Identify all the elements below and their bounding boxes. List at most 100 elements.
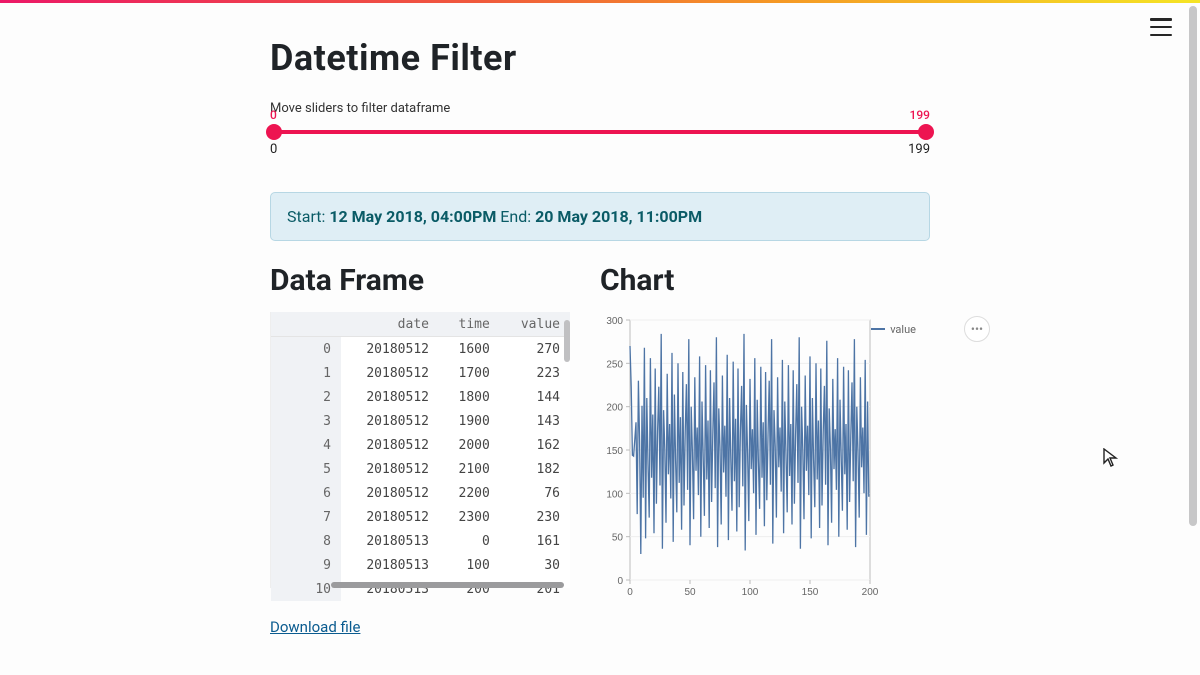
- chart-legend-item: value: [871, 323, 916, 336]
- svg-text:50: 50: [612, 533, 624, 544]
- dataframe-column: Data Frame datetimevalue 020180512160027…: [270, 241, 570, 588]
- table-cell: 100: [439, 553, 500, 577]
- slider-axis-max: 199: [908, 142, 930, 157]
- table-cell: 9: [271, 553, 341, 577]
- slider-tooltip-right: 199: [910, 108, 930, 122]
- table-cell: 7: [271, 505, 341, 529]
- dataframe-col-header: [271, 312, 341, 337]
- table-cell: 20180512: [341, 337, 439, 362]
- table-cell: 76: [500, 481, 570, 505]
- table-cell: 20180513: [341, 577, 439, 601]
- table-cell: 143: [500, 409, 570, 433]
- table-cell: 223: [500, 361, 570, 385]
- chart-column: Chart 0 50 100 150 200 250 300 0 50 100 150 200 val…: [600, 241, 930, 595]
- chart-container: 050100150200250300050100150200 value •••: [600, 312, 930, 595]
- table-row: 3201805121900143: [271, 409, 570, 433]
- table-cell: 1800: [439, 385, 500, 409]
- table-row: 620180512220076: [271, 481, 570, 505]
- table-cell: 162: [500, 433, 570, 457]
- main-content: Datetime Filter Move sliders to filter d…: [270, 3, 930, 666]
- dataframe-heading: Data Frame: [270, 263, 570, 298]
- table-cell: 182: [500, 457, 570, 481]
- dataframe-col-header: time: [439, 312, 500, 337]
- svg-text:50: 50: [684, 587, 696, 595]
- table-cell: 20180513: [341, 553, 439, 577]
- slider-caption: Move sliders to filter dataframe: [270, 101, 930, 116]
- table-row: 7201805122300230: [271, 505, 570, 529]
- hamburger-menu-icon[interactable]: [1150, 18, 1172, 36]
- table-cell: 0: [439, 529, 500, 553]
- table-row: 1020180513200201: [271, 577, 570, 601]
- table-cell: 161: [500, 529, 570, 553]
- svg-text:100: 100: [606, 489, 623, 500]
- table-cell: 2: [271, 385, 341, 409]
- table-cell: 10: [271, 577, 341, 601]
- table-cell: 1600: [439, 337, 500, 362]
- table-cell: 3: [271, 409, 341, 433]
- chart-more-button[interactable]: •••: [964, 316, 990, 342]
- info-start-value: 12 May 2018, 04:00PM: [329, 207, 496, 226]
- table-row: 5201805122100182: [271, 457, 570, 481]
- table-cell: 144: [500, 385, 570, 409]
- svg-text:0: 0: [617, 576, 623, 587]
- table-row: 1201805121700223: [271, 361, 570, 385]
- table-cell: 1900: [439, 409, 500, 433]
- dataframe-table: datetimevalue 02018051216002701201805121…: [271, 312, 570, 601]
- table-cell: 4: [271, 433, 341, 457]
- table-cell: 5: [271, 457, 341, 481]
- table-cell: 270: [500, 337, 570, 362]
- table-cell: 200: [439, 577, 500, 601]
- svg-text:100: 100: [742, 587, 759, 595]
- dataframe-vertical-scrollbar[interactable]: [564, 320, 570, 362]
- slider-handle-left[interactable]: [266, 124, 282, 140]
- table-row: 92018051310030: [271, 553, 570, 577]
- table-cell: 2000: [439, 433, 500, 457]
- table-cell: 2300: [439, 505, 500, 529]
- table-cell: 1700: [439, 361, 500, 385]
- slider-track: [274, 130, 926, 134]
- table-cell: 6: [271, 481, 341, 505]
- table-cell: 230: [500, 505, 570, 529]
- svg-text:150: 150: [802, 587, 819, 595]
- legend-label: value: [890, 323, 916, 336]
- table-cell: 20180512: [341, 433, 439, 457]
- info-end-label: End:: [500, 207, 531, 226]
- info-end-value: 20 May 2018, 11:00PM: [535, 207, 702, 226]
- table-cell: 2100: [439, 457, 500, 481]
- svg-text:250: 250: [606, 359, 623, 370]
- dataframe-col-header: date: [341, 312, 439, 337]
- slider-tooltip-left: 0: [270, 108, 277, 122]
- svg-text:200: 200: [862, 587, 879, 595]
- table-row: 4201805122000162: [271, 433, 570, 457]
- svg-text:300: 300: [606, 316, 623, 327]
- table-cell: 201: [500, 577, 570, 601]
- download-link[interactable]: Download file: [270, 618, 360, 636]
- dataframe-col-header: value: [500, 312, 570, 337]
- range-slider[interactable]: 0 199 0 199: [270, 122, 930, 166]
- table-cell: 20180513: [341, 529, 439, 553]
- slider-axis-min: 0: [270, 142, 277, 157]
- chart-heading: Chart: [600, 263, 930, 298]
- table-cell: 0: [271, 337, 341, 362]
- table-cell: 20180512: [341, 481, 439, 505]
- table-row: 2201805121800144: [271, 385, 570, 409]
- line-chart: 0 50 100 150 200 250 300 0 50 100 150 200: [600, 312, 930, 595]
- page-title: Datetime Filter: [270, 37, 930, 79]
- slider-handle-right[interactable]: [918, 124, 934, 140]
- mouse-cursor-icon: [1103, 448, 1119, 473]
- table-cell: 20180512: [341, 361, 439, 385]
- svg-text:0: 0: [627, 587, 633, 595]
- info-box: Start: 12 May 2018, 04:00PM End: 20 May …: [270, 192, 930, 241]
- table-cell: 20180512: [341, 409, 439, 433]
- table-cell: 20180512: [341, 457, 439, 481]
- table-cell: 20180512: [341, 385, 439, 409]
- info-start-label: Start:: [287, 207, 325, 226]
- legend-swatch-icon: [871, 328, 885, 330]
- table-cell: 1: [271, 361, 341, 385]
- dataframe-table-wrap: datetimevalue 02018051216002701201805121…: [270, 312, 570, 588]
- table-cell: 8: [271, 529, 341, 553]
- svg-text:200: 200: [606, 403, 623, 414]
- vertical-scrollbar[interactable]: [1189, 6, 1197, 526]
- svg-text:150: 150: [606, 446, 623, 457]
- dataframe-horizontal-scrollbar[interactable]: [331, 582, 564, 588]
